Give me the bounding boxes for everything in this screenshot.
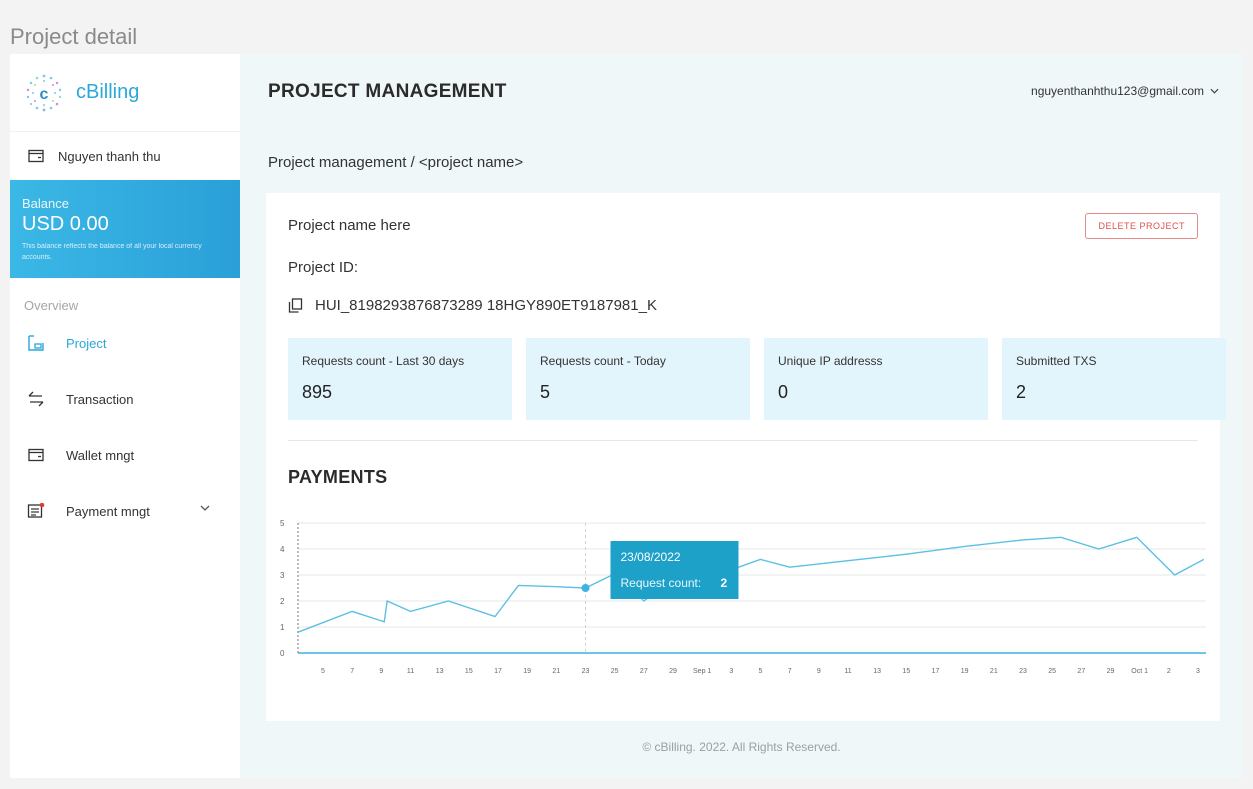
y-tick-label: 5 xyxy=(280,519,285,528)
y-tick-label: 1 xyxy=(280,623,285,632)
sidebar-item-label: Transaction xyxy=(66,391,134,407)
x-tick-label: 5 xyxy=(759,668,763,675)
user-menu[interactable]: nguyenthanhthu123@gmail.com xyxy=(1031,84,1219,98)
receipt-icon xyxy=(26,503,46,519)
user-email: nguyenthanhthu123@gmail.com xyxy=(1031,84,1204,98)
x-tick-label: 7 xyxy=(350,668,354,675)
x-tick-label: 5 xyxy=(321,668,325,675)
breadcrumb: Project management / <project name> xyxy=(268,154,524,171)
copy-icon[interactable] xyxy=(288,298,303,313)
x-tick-label: 23 xyxy=(1019,668,1027,675)
x-tick-label: 17 xyxy=(494,668,502,675)
x-tick-label: 9 xyxy=(379,668,383,675)
sidebar-user[interactable]: Nguyen thanh thu xyxy=(10,132,240,180)
balance-label: Balance xyxy=(22,196,69,211)
stat-value: 895 xyxy=(302,382,333,402)
project-id-value: HUI_8198293876873289 18HGY890ET9187981_K xyxy=(315,297,657,314)
balance-amount: USD 0.00 xyxy=(22,213,109,235)
y-tick-label: 0 xyxy=(280,649,285,658)
x-tick-label: 19 xyxy=(523,668,531,675)
section-label-overview: Overview xyxy=(24,298,79,313)
stat-card-requests-today: Requests count - Today 5 xyxy=(526,338,750,420)
x-tick-label: 25 xyxy=(611,668,619,675)
x-tick-label: 21 xyxy=(990,668,998,675)
app-frame: c cBilling Nguyen thanh thu Balance USD … xyxy=(10,54,1243,778)
stat-label: Requests count - Today xyxy=(540,354,666,368)
logo-letter: c xyxy=(40,86,49,103)
project-card: Project name here DELETE PROJECT Project… xyxy=(266,193,1226,721)
transfer-arrows-icon xyxy=(26,391,46,407)
sidebar-item-wallet[interactable]: Wallet mngt xyxy=(10,427,240,483)
stat-card-unique-ip: Unique IP addresss 0 xyxy=(764,338,988,420)
payments-title: PAYMENTS xyxy=(288,467,388,487)
tooltip-label: Request count: xyxy=(621,576,702,590)
footer-copyright: © cBilling. 2022. All Rights Reserved. xyxy=(642,740,841,754)
x-tick-label: 21 xyxy=(552,668,560,675)
sidebar-item-payment[interactable]: Payment mngt xyxy=(10,483,240,539)
tooltip-date: 23/08/2022 xyxy=(621,550,681,564)
x-tick-label: 13 xyxy=(873,668,881,675)
sidebar-item-label: Wallet mngt xyxy=(66,447,135,463)
stat-value: 2 xyxy=(1016,382,1027,402)
stat-card-submitted-txs: Submitted TXS 2 xyxy=(1002,338,1226,420)
project-id-label: Project ID: xyxy=(288,259,359,276)
stat-label: Requests count - Last 30 days xyxy=(302,354,465,368)
balance-note: This balance reflects the balance of all… xyxy=(22,243,202,261)
sidebar-item-label: Payment mngt xyxy=(66,503,150,519)
x-tick-label: 3 xyxy=(729,668,733,675)
tooltip-value: 2 xyxy=(721,576,728,590)
x-tick-label: 11 xyxy=(844,668,851,675)
sidebar-item-label: Project xyxy=(66,335,107,351)
x-tick-label: 9 xyxy=(817,668,821,675)
x-tick-label: 15 xyxy=(465,668,473,675)
x-tick-label: 19 xyxy=(961,668,969,675)
x-tick-label: Oct 1 xyxy=(1131,668,1148,675)
x-tick-label: 25 xyxy=(1048,668,1056,675)
chevron-down-icon[interactable] xyxy=(200,505,210,511)
main-content: PROJECT MANAGEMENT nguyenthanhthu123@gma… xyxy=(240,54,1243,778)
y-tick-label: 3 xyxy=(280,571,285,580)
balance-panel: Balance USD 0.00 This balance reflects t… xyxy=(10,180,240,278)
divider xyxy=(288,440,1198,441)
x-tick-label: 13 xyxy=(436,668,444,675)
cbilling-logo-icon: c xyxy=(26,74,62,111)
x-tick-label: 23 xyxy=(582,668,590,675)
x-tick-label: 27 xyxy=(1077,668,1085,675)
x-tick-label: 7 xyxy=(788,668,792,675)
project-name: Project name here xyxy=(288,217,411,234)
brand-logo[interactable]: c cBilling xyxy=(10,54,240,132)
stat-card-requests-30d: Requests count - Last 30 days 895 xyxy=(288,338,512,420)
sidebar-item-transaction[interactable]: Transaction xyxy=(10,371,240,427)
user-name: Nguyen thanh thu xyxy=(58,148,161,164)
x-tick-label: 29 xyxy=(669,668,677,675)
project-icon xyxy=(26,335,46,351)
stat-value: 0 xyxy=(778,382,789,402)
sidebar: c cBilling Nguyen thanh thu Balance USD … xyxy=(10,54,240,778)
stat-label: Unique IP addresss xyxy=(778,354,883,368)
wallet-icon xyxy=(28,149,44,163)
window-title: Project detail xyxy=(10,24,138,49)
x-tick-label: 17 xyxy=(932,668,940,675)
sidebar-item-project[interactable]: Project xyxy=(10,315,240,371)
project-id-row: HUI_8198293876873289 18HGY890ET9187981_K xyxy=(288,297,657,314)
x-tick-label: 11 xyxy=(407,668,414,675)
x-tick-label: 3 xyxy=(1196,668,1200,675)
payments-chart[interactable]: 0123455 7 9 11 13 15 17 19 21 23 25 27 29 Sep 1 3 5 7 9 11… xyxy=(266,511,1220,721)
stat-value: 5 xyxy=(540,382,551,402)
page-title: PROJECT MANAGEMENT xyxy=(268,81,507,102)
delete-project-button[interactable]: DELETE PROJECT xyxy=(1085,213,1198,239)
highlight-point[interactable] xyxy=(581,584,590,592)
x-tick-label: Sep 1 xyxy=(693,668,711,675)
x-tick-label: 2 xyxy=(1167,668,1171,675)
wallet-icon xyxy=(26,448,46,462)
x-tick-label: 29 xyxy=(1107,668,1115,675)
chevron-down-icon xyxy=(1210,88,1219,94)
y-tick-label: 2 xyxy=(280,597,285,606)
x-tick-label: 27 xyxy=(640,668,648,675)
y-tick-label: 4 xyxy=(280,545,285,554)
brand-name: cBilling xyxy=(76,81,140,103)
x-tick-label: 15 xyxy=(902,668,910,675)
series-line xyxy=(297,536,1205,633)
stat-label: Submitted TXS xyxy=(1016,354,1097,368)
